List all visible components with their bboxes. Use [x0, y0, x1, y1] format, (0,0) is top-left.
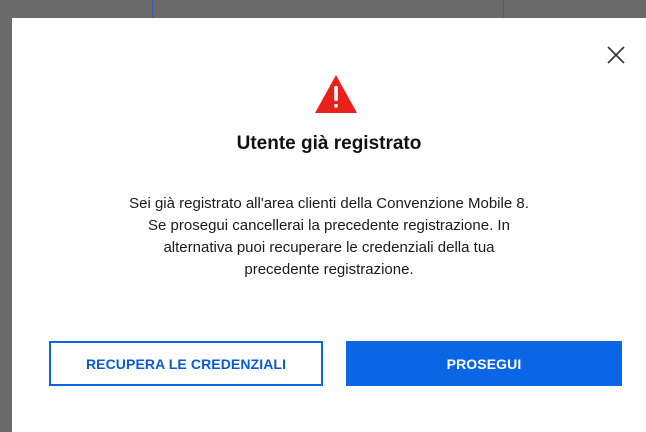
dialog-title: Utente già registrato [236, 133, 422, 154]
dialog-message: Sei già registrato all'area clienti dell… [92, 193, 566, 281]
registration-dialog: Utente già registrato Sei già registrato… [12, 18, 646, 432]
message-line: alternativa puoi recuperare le credenzia… [163, 239, 495, 256]
background-divider [152, 0, 153, 18]
close-icon[interactable] [605, 44, 627, 66]
continue-button[interactable]: PROSEGUI [346, 341, 622, 386]
recover-credentials-button[interactable]: RECUPERA LE CREDENZIALI [49, 341, 323, 386]
warning-triangle-icon [314, 74, 358, 114]
message-line: Sei già registrato all'area clienti dell… [129, 195, 529, 212]
message-line: Se prosegui cancellerai la precedente re… [148, 217, 510, 234]
message-line: precedente registrazione. [244, 261, 414, 278]
background-divider [503, 0, 504, 18]
